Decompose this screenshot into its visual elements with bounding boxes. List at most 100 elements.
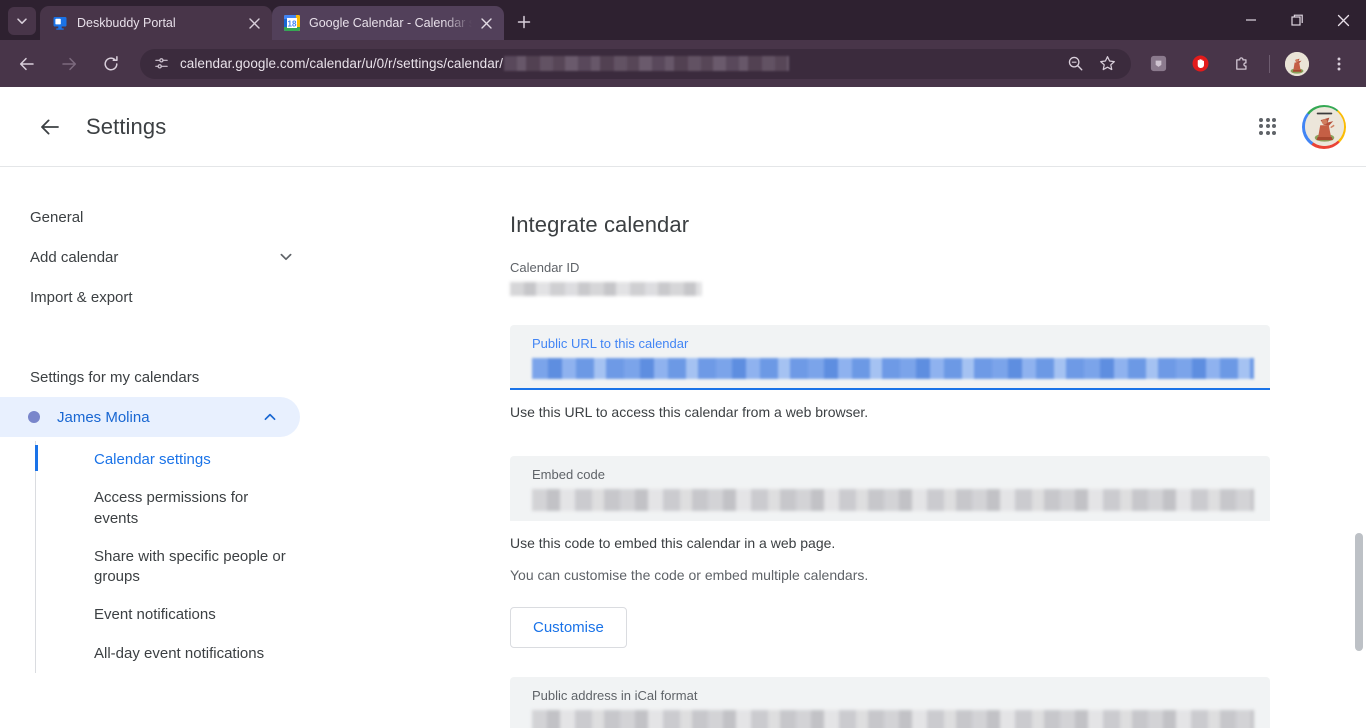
url-redacted-segment: [504, 56, 790, 71]
page-viewport: Settings General Add calendar Import & e…: [0, 87, 1366, 728]
embed-code-help-text: Use this code to embed this calendar in …: [510, 535, 836, 551]
chevron-down-icon: [17, 18, 27, 24]
minimize-icon: [1246, 19, 1256, 21]
chevron-up-icon[interactable]: [260, 407, 280, 427]
chevron-down-icon[interactable]: [276, 247, 296, 267]
browser-profile-avatar[interactable]: [1281, 48, 1313, 80]
back-to-calendar-button[interactable]: [30, 107, 70, 147]
sidebar-item-label: Share with specific people or groups: [94, 547, 286, 585]
sidebar-item-calendar-settings[interactable]: Calendar settings: [35, 441, 311, 479]
sidebar-item-import-export[interactable]: Import & export: [0, 277, 320, 317]
reload-button[interactable]: [95, 48, 127, 80]
maximize-button[interactable]: [1274, 0, 1320, 40]
avatar: [1304, 107, 1344, 146]
three-dot-menu-icon: [1337, 57, 1341, 70]
tab-deskbuddy-portal[interactable]: Deskbuddy Portal: [40, 6, 272, 40]
sidebar-item-label: Event notifications: [94, 606, 216, 624]
plus-icon: [517, 15, 531, 29]
sidebar-item-add-calendar[interactable]: Add calendar: [0, 237, 320, 277]
puzzle-extensions-icon[interactable]: [1226, 48, 1258, 80]
sidebar-item-label: General: [30, 208, 84, 226]
settings-body: General Add calendar Import & export Set…: [0, 167, 1366, 728]
tab-title: Deskbuddy Portal: [77, 16, 176, 30]
sidebar-item-label: Access permissions for events: [94, 489, 249, 527]
close-icon: [1337, 14, 1349, 26]
browser-window: Deskbuddy Portal 18 Google Calendar - Ca…: [0, 0, 1366, 728]
page-title: Settings: [86, 113, 167, 139]
public-url-value-redacted[interactable]: [532, 358, 1254, 379]
sidebar-item-label: Import & export: [30, 288, 133, 306]
sidebar-sub-list: Calendar settings Access permissions for…: [35, 441, 320, 673]
avatar: [1285, 51, 1309, 76]
close-icon[interactable]: [244, 13, 264, 33]
google-calendar-icon: 18: [284, 15, 300, 31]
settings-sidebar: General Add calendar Import & export Set…: [0, 167, 320, 728]
tab-search-button[interactable]: [8, 7, 36, 35]
window-controls: [1228, 0, 1366, 40]
public-url-help-text: Use this URL to access this calendar fro…: [510, 404, 869, 420]
sidebar-item-event-notifications[interactable]: Event notifications: [71, 596, 311, 634]
ical-address-value-redacted[interactable]: [532, 710, 1254, 728]
adblock-extension-icon[interactable]: [1184, 48, 1216, 80]
embed-code-field[interactable]: Embed code: [510, 456, 1270, 521]
minimize-button[interactable]: [1228, 0, 1274, 40]
forward-button[interactable]: [53, 48, 85, 80]
svg-text:18: 18: [288, 19, 297, 28]
calendar-id-field: Calendar ID: [510, 260, 1366, 296]
sidebar-item-all-day-event-notifications[interactable]: All-day event notifications: [71, 635, 311, 673]
new-tab-button[interactable]: [510, 8, 538, 36]
embed-code-label: Embed code: [532, 467, 605, 482]
zoom-search-icon[interactable]: [1061, 50, 1089, 78]
public-url-label: Public URL to this calendar: [532, 336, 689, 351]
sidebar-calendar-james-molina[interactable]: James Molina: [0, 397, 300, 437]
calendar-name-label: James Molina: [57, 408, 150, 426]
ical-address-field[interactable]: Public address in iCal format: [510, 677, 1270, 728]
ical-address-label: Public address in iCal format: [532, 688, 698, 703]
bookmark-star-icon[interactable]: [1093, 50, 1121, 78]
tab-strip: Deskbuddy Portal 18 Google Calendar - Ca…: [0, 0, 1366, 40]
tab-title: Google Calendar - Calendar set: [309, 16, 472, 30]
toolbar-divider: [1269, 54, 1270, 73]
embed-code-help-secondary: You can customise the code or embed mult…: [510, 567, 869, 583]
section-title-integrate-calendar: Integrate calendar: [510, 212, 690, 237]
calendar-color-dot: [28, 411, 40, 423]
page-info-icon[interactable]: [152, 55, 170, 73]
browser-menu-button[interactable]: [1323, 48, 1355, 80]
calendar-id-value-redacted: [510, 282, 702, 296]
apps-dots: [1259, 117, 1277, 136]
restore-icon: [1290, 14, 1303, 26]
settings-content: Integrate calendar Calendar ID Public UR…: [320, 167, 1366, 728]
sidebar-item-share-with-people[interactable]: Share with specific people or groups: [71, 538, 311, 597]
google-apps-grid-icon[interactable]: [1248, 107, 1288, 147]
reload-icon: [104, 55, 118, 70]
gray-extension-icon[interactable]: [1142, 48, 1174, 80]
back-arrow-icon: [19, 57, 34, 70]
close-button[interactable]: [1320, 0, 1366, 40]
customise-button[interactable]: Customise: [510, 607, 627, 648]
address-bar[interactable]: calendar.google.com/calendar/u/0/r/setti…: [140, 48, 1131, 79]
scrollbar-thumb[interactable]: [1355, 533, 1363, 651]
public-url-field[interactable]: Public URL to this calendar: [510, 325, 1270, 390]
sidebar-item-label: All-day event notifications: [94, 644, 265, 662]
monitor-icon: [52, 15, 68, 31]
url-text: calendar.google.com/calendar/u/0/r/setti…: [180, 56, 504, 71]
sidebar-item-general[interactable]: General: [0, 197, 320, 237]
embed-code-value-redacted[interactable]: [532, 489, 1254, 511]
sidebar-item-access-permissions[interactable]: Access permissions for events: [71, 479, 311, 538]
sidebar-section-title: Settings for my calendars: [30, 368, 200, 386]
omnibox-actions: [1059, 50, 1123, 78]
back-arrow-icon: [41, 119, 59, 134]
tab-google-calendar[interactable]: 18 Google Calendar - Calendar set: [272, 6, 504, 40]
sidebar-item-label: Calendar settings: [94, 451, 211, 468]
back-button[interactable]: [11, 48, 43, 80]
header-actions: [1248, 104, 1346, 149]
browser-toolbar: calendar.google.com/calendar/u/0/r/setti…: [0, 40, 1366, 87]
page-scrollbar[interactable]: [1352, 167, 1366, 728]
close-icon[interactable]: [476, 13, 496, 33]
account-avatar[interactable]: [1302, 104, 1346, 149]
sidebar-item-label: Add calendar: [30, 248, 119, 266]
calendar-id-label: Calendar ID: [510, 260, 580, 275]
